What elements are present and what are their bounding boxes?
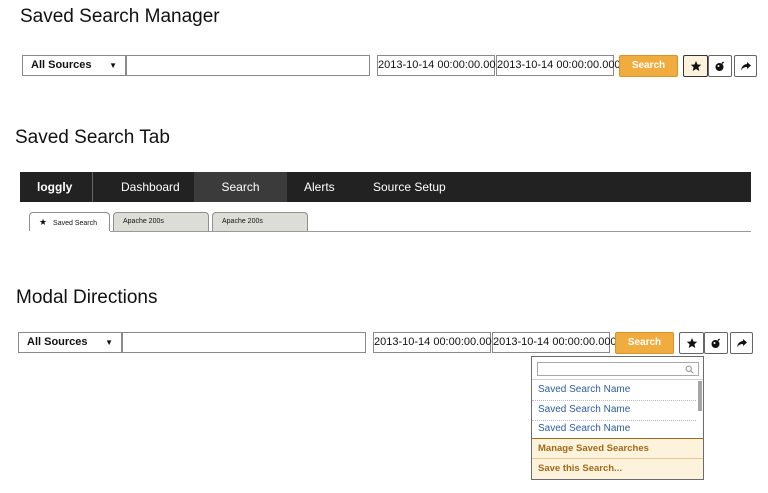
saved-search-item[interactable]: Saved Search Name [532, 422, 702, 436]
search-query-input[interactable] [122, 332, 366, 353]
saved-search-item[interactable]: Saved Search Name [532, 403, 702, 417]
search-icon [685, 365, 694, 374]
alert-bomb-button[interactable] [708, 55, 732, 77]
date-to-input[interactable]: 2013-10-14 00:00:00.000 [496, 55, 621, 76]
nav-divider [92, 172, 93, 202]
saved-search-dropdown: Saved Search Name Saved Search Name Save… [531, 356, 704, 480]
saved-searches-star-button[interactable] [679, 332, 704, 354]
brand-logo[interactable]: loggly [37, 172, 72, 202]
dropdown-divider [532, 379, 703, 380]
section-heading-saved-search-tab: Saved Search Tab [15, 127, 170, 148]
source-select-value: All Sources [31, 59, 92, 71]
date-from-input[interactable]: 2013-10-14 00:00:00.000 [373, 332, 498, 353]
star-icon [686, 338, 697, 348]
manage-saved-searches-link[interactable]: Manage Saved Searches [532, 439, 703, 458]
nav-item-source-setup[interactable]: Source Setup [373, 172, 446, 202]
section-heading-modal-directions: Modal Directions [16, 287, 158, 308]
tab-apache-200s-2[interactable]: Apache 200s [212, 212, 308, 231]
bomb-icon [711, 338, 720, 348]
nav-item-dashboard[interactable]: Dashboard [121, 172, 180, 202]
save-this-search-link[interactable]: Save this Search... [532, 459, 703, 479]
dropdown-search-input[interactable] [537, 362, 699, 376]
share-arrow-icon [736, 339, 747, 348]
search-button[interactable]: Search [615, 332, 674, 354]
alert-bomb-button[interactable] [704, 332, 728, 354]
search-query-input[interactable] [126, 55, 370, 76]
search-button[interactable]: Search [619, 55, 678, 77]
top-navbar: loggly Dashboard Search Alerts Source Se… [20, 172, 751, 202]
share-arrow-icon [740, 62, 751, 71]
item-separator [532, 400, 696, 401]
nav-item-alerts[interactable]: Alerts [304, 172, 335, 202]
date-from-input[interactable]: 2013-10-14 00:00:00.000 [377, 55, 502, 76]
date-to-input[interactable]: 2013-10-14 00:00:00.000 [492, 332, 617, 353]
section-heading-saved-search-manager: Saved Search Manager [20, 6, 220, 27]
item-separator [532, 420, 696, 421]
nav-item-search[interactable]: Search [194, 172, 287, 202]
source-select-value: All Sources [27, 336, 88, 348]
dropdown-scrollbar[interactable] [698, 381, 702, 411]
share-button[interactable] [734, 55, 757, 77]
source-select[interactable]: All Sources ▼ [18, 332, 122, 353]
share-button[interactable] [730, 332, 753, 354]
star-icon: ★ [39, 217, 48, 227]
tab-apache-200s-1[interactable]: Apache 200s [113, 212, 209, 231]
star-icon [690, 61, 701, 71]
saved-searches-star-button[interactable] [683, 55, 708, 77]
source-select[interactable]: All Sources ▼ [22, 55, 126, 76]
tab-baseline [110, 231, 751, 232]
caret-down-icon: ▼ [105, 338, 113, 347]
saved-search-item[interactable]: Saved Search Name [532, 383, 702, 397]
tab-saved-search[interactable]: ★ Saved Search [29, 212, 110, 231]
tab-label: Saved Search [53, 220, 98, 227]
bomb-icon [715, 61, 724, 71]
caret-down-icon: ▼ [109, 61, 117, 70]
